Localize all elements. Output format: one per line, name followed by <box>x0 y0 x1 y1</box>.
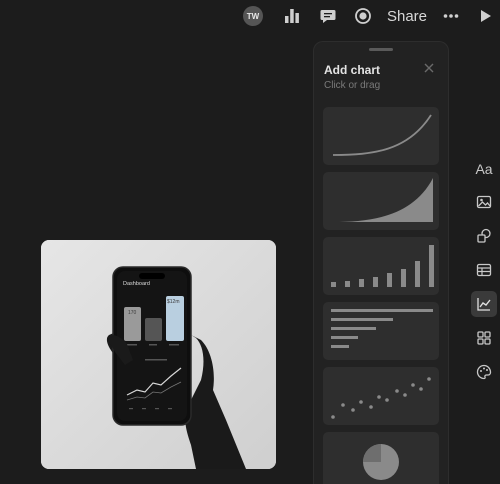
panel-title: Add chart <box>324 63 381 77</box>
apps-icon[interactable] <box>471 325 497 351</box>
chart-icon[interactable] <box>471 291 497 317</box>
user-avatar[interactable]: TW <box>243 6 263 26</box>
bar-chart-option[interactable] <box>323 237 439 295</box>
area-chart-option[interactable] <box>323 172 439 230</box>
horizontal-bar-chart-option[interactable] <box>323 302 439 360</box>
panel-subtitle: Click or drag <box>324 80 381 91</box>
image-icon[interactable] <box>471 189 497 215</box>
add-chart-panel: Add chart Click or drag <box>313 41 449 484</box>
palette-icon[interactable] <box>471 359 497 385</box>
scatter-chart-option[interactable] <box>323 367 439 425</box>
phone-photo[interactable]: Dashboard 170 $12m <box>41 240 276 469</box>
record-icon[interactable] <box>352 5 374 27</box>
drag-handle[interactable] <box>369 48 393 51</box>
comment-icon[interactable] <box>317 5 339 27</box>
top-toolbar: TW Share <box>0 0 500 32</box>
close-icon[interactable] <box>422 61 438 77</box>
more-icon[interactable] <box>440 5 462 27</box>
phone-bar-value-1: 170 <box>128 310 137 316</box>
pie-chart-option[interactable] <box>323 432 439 484</box>
text-icon[interactable]: Aa <box>471 156 497 182</box>
analytics-icon[interactable] <box>281 5 303 27</box>
shapes-icon[interactable] <box>471 223 497 249</box>
phone-bar-value-2: $12m <box>167 299 180 305</box>
table-icon[interactable] <box>471 257 497 283</box>
share-button[interactable]: Share <box>386 5 428 27</box>
play-icon[interactable] <box>474 5 496 27</box>
phone-screen-title: Dashboard <box>123 281 150 287</box>
curve-line-chart-option[interactable] <box>323 107 439 165</box>
